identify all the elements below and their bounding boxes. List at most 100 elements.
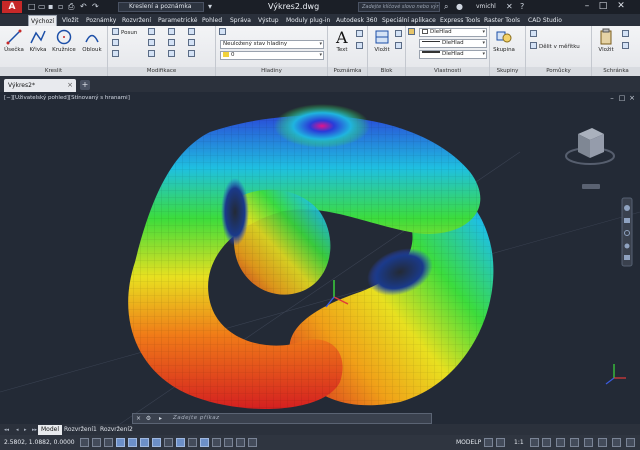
tab-autodesk360[interactable]: Autodesk 360 [334, 15, 379, 26]
cut-tool[interactable] [622, 30, 631, 39]
tab-cadstudio[interactable]: CAD Studio [526, 15, 564, 26]
save-as-icon[interactable]: ▫ [58, 2, 63, 12]
panel-title-skupiny[interactable]: Skupiny [490, 67, 525, 76]
tab-moduly[interactable]: Moduly plug-in [284, 15, 332, 26]
grid-display-icon[interactable] [104, 438, 113, 447]
open-folder-icon[interactable]: ▭ [38, 2, 46, 12]
new-tab-button[interactable]: + [80, 80, 90, 90]
copy-clip-tool[interactable] [622, 42, 631, 51]
annotation-visibility-icon[interactable] [530, 438, 539, 447]
search-icon[interactable]: ⌕ [444, 2, 448, 12]
lineweight-select[interactable]: DleHlad ▾ [419, 50, 487, 59]
quick-properties-icon[interactable] [224, 438, 233, 447]
quick-view-drawings-icon[interactable] [496, 438, 505, 447]
command-input[interactable]: Zadejte příkaz [173, 414, 220, 423]
infer-constraints-icon[interactable] [80, 438, 89, 447]
tab-rozvrzeni[interactable]: Rozvržení [120, 15, 153, 26]
user-icon[interactable]: ● [456, 2, 463, 12]
mirror-tool[interactable] [148, 39, 157, 48]
tab-vlozit[interactable]: Vložit [60, 15, 81, 26]
qat-dropdown-icon[interactable]: ▾ [208, 2, 212, 12]
wrench-icon[interactable]: ⚙ [145, 415, 152, 423]
3d-object-snap-icon[interactable] [152, 438, 161, 447]
panel-title-blok[interactable]: Blok [368, 67, 405, 76]
print-icon[interactable]: ⎙ [68, 2, 74, 12]
annotation-scale[interactable]: 1:1 [514, 435, 524, 450]
snap-mode-icon[interactable] [92, 438, 101, 447]
scale-tool[interactable] [188, 39, 197, 48]
panel-title-modifikace[interactable]: Modifikace [108, 67, 215, 76]
insert-block-tool[interactable]: Vložit [370, 28, 394, 64]
workspace-switching-icon[interactable] [556, 438, 565, 447]
close-icon[interactable]: × [135, 415, 142, 423]
object-snap-tracking-icon[interactable] [164, 438, 173, 447]
model-space-toggle[interactable]: MODELP [456, 435, 481, 450]
tab-sprava[interactable]: Správa [228, 15, 253, 26]
search-input[interactable]: Zadejte klíčové slovo nebo výraz [358, 2, 440, 12]
minimize-button[interactable]: – [580, 0, 594, 13]
create-block-tool[interactable] [395, 30, 404, 39]
user-name[interactable]: vmichl [476, 1, 496, 13]
copy-tool[interactable] [112, 50, 121, 59]
polar-tracking-icon[interactable] [128, 438, 137, 447]
lineweight-toggle-icon[interactable] [200, 438, 209, 447]
dynamic-ucs-icon[interactable] [176, 438, 185, 447]
tab-specialni[interactable]: Speciální aplikace [380, 15, 438, 26]
match-properties-tool[interactable] [408, 28, 417, 37]
dimension-tool[interactable] [356, 30, 365, 39]
viewport-minimize-icon[interactable]: – [608, 94, 616, 102]
polyline-tool[interactable]: Křivka [26, 28, 50, 64]
close-icon[interactable]: × [67, 79, 73, 92]
fillet-tool[interactable] [148, 50, 157, 59]
object-snap-icon[interactable] [140, 438, 149, 447]
group-tool[interactable]: Skupina [492, 28, 516, 64]
exchange-icon[interactable]: ✕ [506, 2, 513, 12]
line-tool[interactable]: Úsečka [2, 28, 26, 64]
navigation-bar[interactable] [621, 197, 633, 267]
hardware-acceleration-icon[interactable] [584, 438, 593, 447]
viewcube[interactable] [565, 128, 615, 189]
array-tool[interactable] [188, 50, 197, 59]
offset-tool[interactable] [168, 50, 177, 59]
explode-tool[interactable] [168, 39, 177, 48]
ortho-mode-icon[interactable] [116, 438, 125, 447]
linetype-select[interactable]: DleHlad ▾ [419, 39, 487, 48]
help-icon[interactable]: ? [520, 2, 524, 12]
clean-screen-icon[interactable] [626, 438, 635, 447]
new-file-icon[interactable]: □ [28, 2, 36, 12]
selection-cycling-icon[interactable] [236, 438, 245, 447]
layout-tab-rozvrzeni2[interactable]: Rozvržení2 [100, 425, 133, 435]
tab-parametricke[interactable]: Parametrické [156, 15, 199, 26]
redo-icon[interactable]: ↷ [92, 2, 99, 12]
paste-tool[interactable]: Vložit [594, 28, 618, 64]
trim-tool[interactable] [148, 28, 157, 37]
app-logo[interactable]: A [2, 1, 22, 13]
file-tab[interactable]: Výkres2* × [4, 79, 76, 92]
viewport-restore-icon[interactable]: □ [618, 94, 626, 102]
save-icon[interactable]: ▪ [48, 2, 53, 12]
panel-title-kreslit[interactable]: Kreslit [0, 67, 107, 76]
panel-title-schranka[interactable]: Schránka [592, 67, 640, 76]
quick-view-layouts-icon[interactable] [484, 438, 493, 447]
3d-model-canvas[interactable] [0, 92, 640, 424]
panel-title-pomucky[interactable]: Pomůcky [526, 67, 591, 76]
rotate-tool[interactable] [112, 39, 121, 48]
last-tab-icon[interactable]: ▸▸ [32, 425, 37, 435]
maximize-button[interactable]: □ [596, 0, 610, 13]
color-select[interactable]: DleHlad ▾ [419, 28, 487, 37]
close-button[interactable]: ✕ [614, 0, 628, 13]
layer-state-select[interactable]: Neuložený stav hladiny ▾ [220, 40, 324, 49]
tab-express[interactable]: Express Tools [438, 15, 482, 26]
first-tab-icon[interactable]: ◂◂ [4, 425, 9, 435]
drawing-viewport[interactable]: [−][Uživatelský pohled][Stínovaný s hran… [0, 92, 640, 424]
measure-tool[interactable] [530, 30, 539, 39]
text-tool[interactable]: A Text [330, 28, 354, 64]
transparency-icon[interactable] [212, 438, 221, 447]
isolate-objects-icon[interactable] [598, 438, 607, 447]
tab-poznamky[interactable]: Poznámky [84, 15, 118, 26]
erase-tool[interactable] [168, 28, 177, 37]
edit-block-tool[interactable] [395, 42, 404, 51]
command-line[interactable]: × ⚙ ▸ Zadejte příkaz [132, 413, 432, 424]
undo-icon[interactable]: ↶ [80, 2, 87, 12]
layer-properties-tool[interactable] [219, 28, 228, 37]
